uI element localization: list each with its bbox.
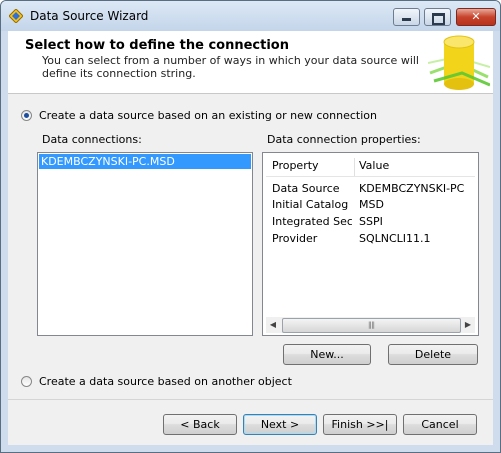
option-existing-connection-label[interactable]: Create a data source based on an existin… [39,109,377,122]
delete-connection-button[interactable]: Delete [388,344,478,365]
table-row: Data Source KDEMBCZYNSKI-PC [266,182,475,198]
property-value: MSD [359,198,384,211]
title-bar[interactable]: Data Source Wizard [1,1,500,31]
data-connections-caption: Data connections: [42,133,142,146]
scroll-grip-icon[interactable]: ‖‖ [282,318,461,333]
horizontal-scrollbar[interactable]: ◀ ‖‖ ▶ [266,317,475,333]
list-item[interactable]: KDEMBCZYNSKI-PC.MSD [39,154,251,169]
table-row: Provider SQLNCLI11.1 [266,232,475,248]
radio-another-object[interactable] [21,376,32,387]
column-header-property[interactable]: Property [272,159,319,172]
wizard-app-icon [9,9,23,23]
page-title: Select how to define the connection [25,38,289,53]
maximize-button[interactable] [424,8,451,26]
radio-existing-connection[interactable] [21,110,32,121]
new-connection-button[interactable]: New... [283,344,371,365]
column-header-value[interactable]: Value [359,159,389,172]
cancel-button[interactable]: Cancel [403,414,477,435]
chevron-left-icon[interactable]: ◀ [266,317,280,333]
minimize-button[interactable] [393,8,420,26]
database-cylinder-icon [428,35,490,90]
finish-button[interactable]: Finish >>| [323,414,397,435]
connection-properties-grid: Property Value Data Source KDEMBCZYNSKI-… [262,152,479,336]
wizard-window: Data Source Wizard Select how to define … [0,0,501,453]
connection-properties-caption: Data connection properties: [267,133,421,146]
page-description: You can select from a number of ways in … [42,54,419,80]
wizard-client-area: Select how to define the connection You … [8,31,493,445]
footer-divider [8,399,493,400]
chevron-right-icon[interactable]: ▶ [461,317,475,333]
property-name: Provider [272,232,318,245]
data-connections-list[interactable]: KDEMBCZYNSKI-PC.MSD [37,152,253,336]
wizard-header: Select how to define the connection You … [8,31,493,94]
property-value: SQLNCLI11.1 [359,232,431,245]
property-name: Initial Catalog [272,198,349,211]
property-value: SSPI [359,215,383,228]
window-title: Data Source Wizard [30,9,149,23]
next-button[interactable]: Next > [243,414,317,435]
close-button[interactable] [456,8,496,26]
option-another-object-label[interactable]: Create a data source based on another ob… [39,375,292,388]
property-name: Integrated Sec... [272,215,352,228]
back-button[interactable]: < Back [163,414,237,435]
property-value: KDEMBCZYNSKI-PC [359,182,465,195]
table-row: Initial Catalog MSD [266,198,475,214]
property-name: Data Source [272,182,340,195]
properties-header-row: Property Value [266,156,475,177]
column-divider[interactable] [354,158,355,176]
table-row: Integrated Sec... SSPI [266,215,475,231]
